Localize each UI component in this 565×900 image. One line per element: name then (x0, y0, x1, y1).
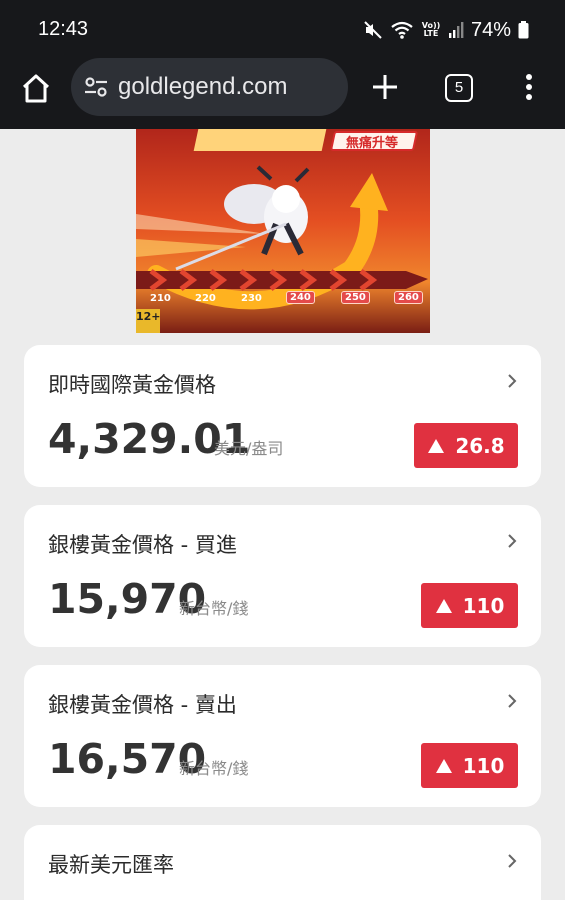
intl-gold-price-card[interactable]: 即時國際黃金價格 4,329.01 美元/盎司 26.8 (24, 345, 541, 487)
age-rating-badge: 12+ (136, 309, 161, 333)
up-arrow-icon (428, 438, 445, 453)
banner-scale-mark: 230 (241, 293, 262, 304)
banner-scale: 210 220 230 240 250 260 (144, 291, 426, 311)
menu-button[interactable] (520, 72, 538, 102)
change-value: 110 (462, 593, 505, 618)
address-bar[interactable]: goldlegend.com (71, 58, 348, 116)
usd-exchange-rate-card[interactable]: 最新美元匯率 (24, 825, 541, 900)
change-badge: 110 (421, 583, 518, 628)
price-unit: 新台幣/錢 (179, 759, 249, 778)
battery-percent: 74% (470, 18, 511, 41)
chevron-right-icon (508, 694, 517, 708)
chevron-right-icon (508, 854, 517, 868)
change-badge: 26.8 (414, 423, 518, 468)
jewelry-gold-sell-card[interactable]: 銀樓黃金價格 - 賣出 16,570 新台幣/錢 110 (24, 665, 541, 807)
change-value: 110 (462, 753, 505, 778)
price-unit: 新台幣/錢 (179, 599, 249, 618)
change-badge: 110 (421, 743, 518, 788)
home-button[interactable] (18, 72, 54, 106)
signal-icon (448, 21, 464, 39)
card-title: 銀樓黃金價格 - 買進 (48, 533, 237, 557)
banner-scale-mark: 220 (195, 293, 216, 304)
jewelry-gold-buy-card[interactable]: 銀樓黃金價格 - 買進 15,970 新台幣/錢 110 (24, 505, 541, 647)
card-title: 銀樓黃金價格 - 賣出 (48, 693, 237, 717)
price-unit: 美元/盎司 (214, 439, 284, 458)
battery-icon (518, 21, 529, 39)
status-time: 12:43 (38, 18, 89, 40)
url-text[interactable]: goldlegend.com (118, 73, 287, 101)
up-arrow-icon (435, 758, 452, 773)
tab-switcher-button[interactable]: 5 (445, 74, 473, 102)
banner-scale-mark: 240 (286, 291, 315, 304)
wifi-icon (390, 20, 414, 40)
mute-icon (363, 20, 383, 40)
browser-toolbar: goldlegend.com 5 (0, 58, 565, 129)
card-title: 最新美元匯率 (48, 853, 174, 877)
banner-scale-mark: 210 (150, 293, 171, 304)
site-settings-icon[interactable] (83, 75, 109, 99)
banner-scale-mark: 250 (341, 291, 370, 304)
banner-scale-mark: 260 (394, 291, 423, 304)
volte-icon: Vo)) LTE (421, 21, 441, 38)
card-title: 即時國際黃金價格 (48, 373, 216, 397)
ad-banner[interactable]: 無痛升等 210 220 230 240 250 260 12+ (136, 129, 430, 333)
status-icons: Vo)) LTE 74% (363, 17, 529, 43)
chevron-right-icon (508, 534, 517, 548)
status-bar: 12:43 Vo)) LTE 74% (0, 0, 565, 58)
new-tab-button[interactable] (370, 72, 400, 102)
home-icon (22, 74, 50, 103)
more-vert-icon (526, 74, 532, 100)
up-arrow-icon (435, 598, 452, 613)
chevron-right-icon (508, 374, 517, 388)
change-value: 26.8 (455, 433, 505, 458)
plus-icon (373, 75, 397, 99)
